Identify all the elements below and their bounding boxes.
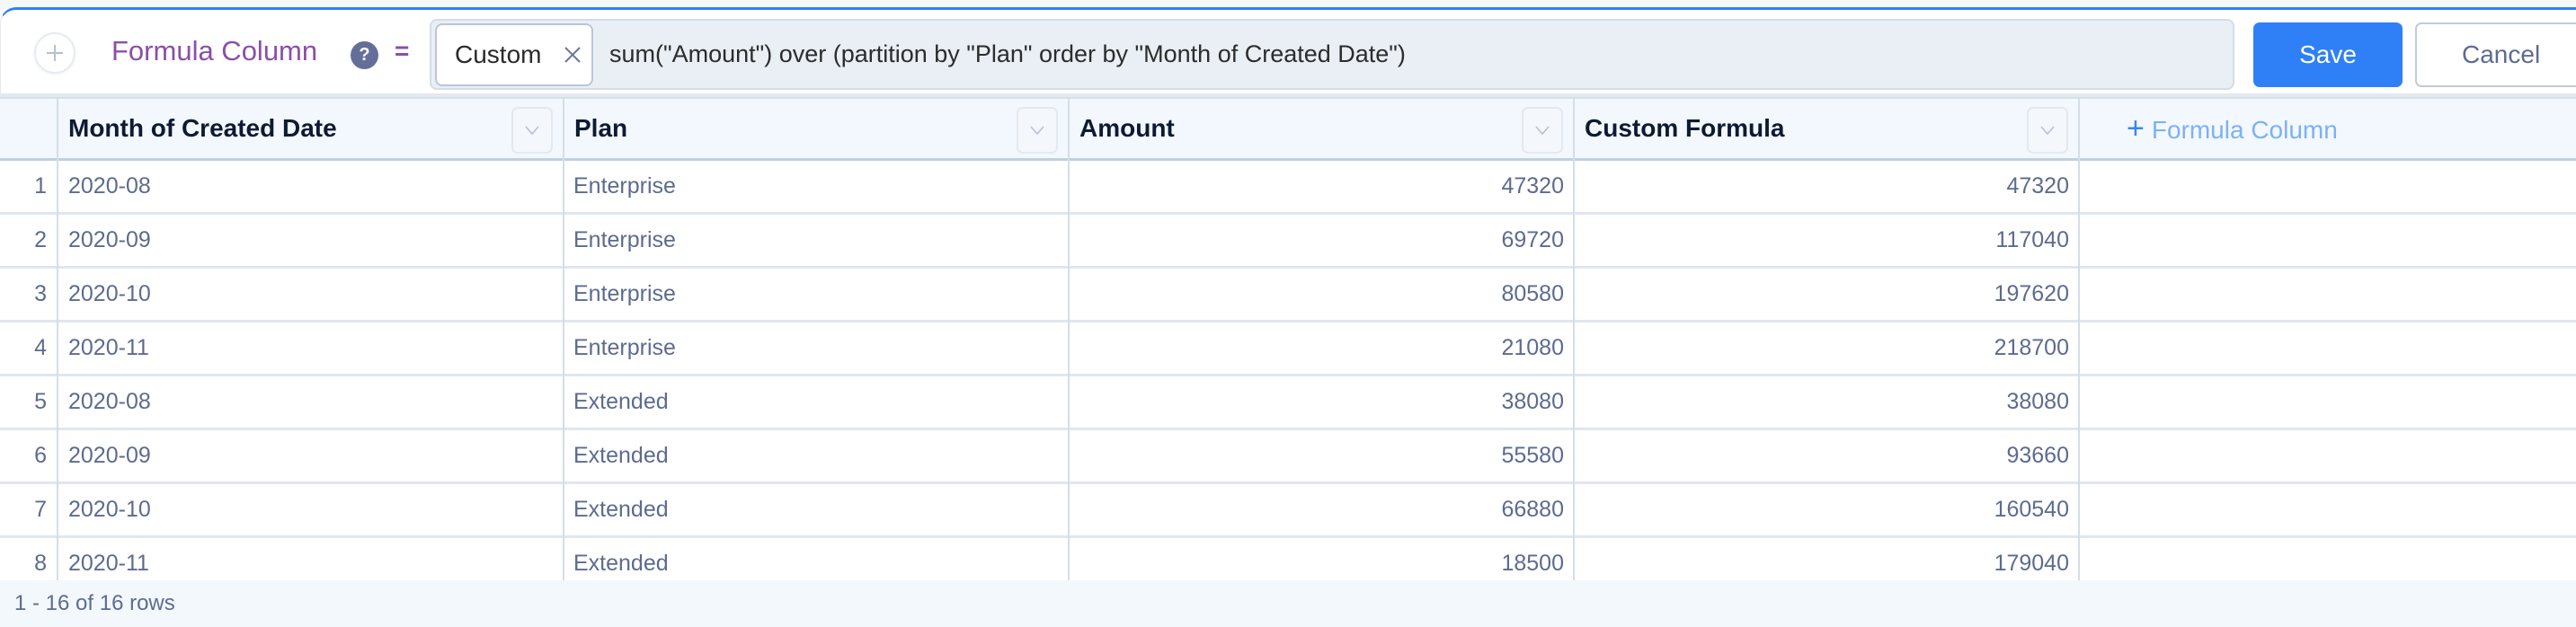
cell-plan[interactable]: Extended — [573, 376, 1059, 428]
chevron-down-icon[interactable] — [2027, 107, 2068, 154]
table-row[interactable]: 8 2020-11 Extended 18500 179040 — [0, 538, 2576, 580]
row-number: 8 — [34, 551, 47, 576]
row-number: 2 — [34, 227, 47, 252]
cell-plan[interactable]: Enterprise — [573, 269, 1059, 320]
cell-month[interactable]: 2020-10 — [68, 269, 554, 320]
formula-type-chip[interactable]: Custom — [435, 23, 593, 86]
cell-amount[interactable]: 66880 — [1070, 484, 1564, 535]
cell-month[interactable]: 2020-08 — [68, 161, 554, 212]
cancel-button[interactable]: Cancel — [2415, 22, 2576, 87]
formula-expression[interactable]: sum("Amount") over (partition by "Plan" … — [609, 21, 1406, 88]
cell-custom-formula[interactable]: 117040 — [1575, 215, 2069, 266]
question-mark-icon[interactable]: ? — [351, 41, 378, 69]
row-count: 1 - 16 of 16 rows — [14, 591, 175, 615]
cell-custom-formula[interactable]: 47320 — [1575, 161, 2069, 212]
cell-amount[interactable]: 47320 — [1070, 161, 1564, 212]
row-number: 1 — [34, 173, 47, 199]
column-divider[interactable] — [1573, 97, 1575, 580]
table-row[interactable]: 6 2020-09 Extended 55580 93660 — [0, 430, 2576, 484]
row-number: 4 — [34, 335, 47, 360]
close-x-icon[interactable] — [563, 45, 582, 65]
save-button[interactable]: Save — [2253, 22, 2403, 87]
table-row[interactable]: 4 2020-11 Enterprise 21080 218700 — [0, 322, 2576, 376]
equals-sign: = — [395, 37, 410, 65]
row-number: 6 — [34, 443, 47, 468]
data-table: Month of Created Date Plan Amount Custom… — [0, 97, 2576, 580]
cell-plan[interactable]: Extended — [573, 538, 1059, 580]
cell-plan[interactable]: Enterprise — [573, 215, 1059, 266]
column-divider[interactable] — [2078, 97, 2080, 580]
column-header-custom-formula[interactable]: Custom Formula — [1574, 99, 2079, 158]
chevron-down-icon[interactable] — [1522, 107, 1563, 154]
cell-month[interactable]: 2020-11 — [68, 538, 554, 580]
cell-custom-formula[interactable]: 179040 — [1575, 538, 2069, 580]
cell-amount[interactable]: 18500 — [1070, 538, 1564, 580]
cell-amount[interactable]: 21080 — [1070, 322, 1564, 374]
cell-custom-formula[interactable]: 93660 — [1575, 430, 2069, 481]
cell-month[interactable]: 2020-10 — [68, 484, 554, 535]
chevron-down-icon[interactable] — [511, 107, 553, 154]
chip-label: Custom — [455, 40, 542, 68]
cell-plan[interactable]: Extended — [573, 430, 1059, 481]
cell-month[interactable]: 2020-09 — [68, 430, 554, 481]
row-number: 5 — [34, 389, 47, 414]
cell-plan[interactable]: Extended — [573, 484, 1059, 535]
row-number: 3 — [34, 281, 47, 306]
formula-bar: Formula Column ? = Custom sum("Amount") … — [0, 7, 2576, 97]
cell-custom-formula[interactable]: 38080 — [1575, 376, 2069, 428]
cell-amount[interactable]: 38080 — [1070, 376, 1564, 428]
column-header-label: Custom Formula — [1585, 114, 1785, 142]
cell-month[interactable]: 2020-09 — [68, 215, 554, 266]
column-header-month[interactable]: Month of Created Date — [58, 99, 564, 158]
cell-custom-formula[interactable]: 218700 — [1575, 322, 2069, 374]
column-header-plan[interactable]: Plan — [564, 99, 1069, 158]
column-divider[interactable] — [563, 97, 564, 580]
table-header-row: Month of Created Date Plan Amount Custom… — [0, 97, 2576, 161]
row-number: 7 — [34, 497, 47, 522]
cell-amount[interactable]: 80580 — [1070, 269, 1564, 320]
table-row[interactable]: 5 2020-08 Extended 38080 38080 — [0, 376, 2576, 430]
row-number-header — [0, 99, 58, 158]
column-header-amount[interactable]: Amount — [1069, 99, 1574, 158]
add-formula-column-label: Formula Column — [2151, 116, 2338, 144]
table-row[interactable]: 2 2020-09 Enterprise 69720 117040 — [0, 215, 2576, 269]
table-row[interactable]: 7 2020-10 Extended 66880 160540 — [0, 484, 2576, 538]
column-divider[interactable] — [1068, 97, 1070, 580]
cell-month[interactable]: 2020-08 — [68, 376, 554, 428]
add-formula-button[interactable] — [34, 32, 76, 74]
formula-input[interactable]: Custom sum("Amount") over (partition by … — [430, 19, 2234, 90]
cell-plan[interactable]: Enterprise — [573, 161, 1059, 212]
plus-icon — [47, 45, 63, 61]
column-header-label: Month of Created Date — [68, 114, 337, 142]
cell-amount[interactable]: 55580 — [1070, 430, 1564, 481]
add-formula-column-button[interactable]: + Formula Column — [2127, 99, 2338, 158]
column-header-label: Plan — [574, 114, 628, 142]
table-footer: 1 - 16 of 16 rows — [0, 580, 2576, 627]
table-row[interactable]: 1 2020-08 Enterprise 47320 47320 — [0, 161, 2576, 215]
cell-amount[interactable]: 69720 — [1070, 215, 1564, 266]
formula-column-label: Formula Column — [111, 35, 318, 66]
cell-custom-formula[interactable]: 160540 — [1575, 484, 2069, 535]
plus-icon: + — [2127, 111, 2145, 146]
chevron-down-icon[interactable] — [1017, 107, 1058, 154]
cell-month[interactable]: 2020-11 — [68, 322, 554, 374]
column-header-label: Amount — [1079, 114, 1175, 142]
cell-custom-formula[interactable]: 197620 — [1575, 269, 2069, 320]
cell-plan[interactable]: Enterprise — [573, 322, 1059, 374]
table-row[interactable]: 3 2020-10 Enterprise 80580 197620 — [0, 269, 2576, 322]
column-divider — [57, 97, 58, 580]
